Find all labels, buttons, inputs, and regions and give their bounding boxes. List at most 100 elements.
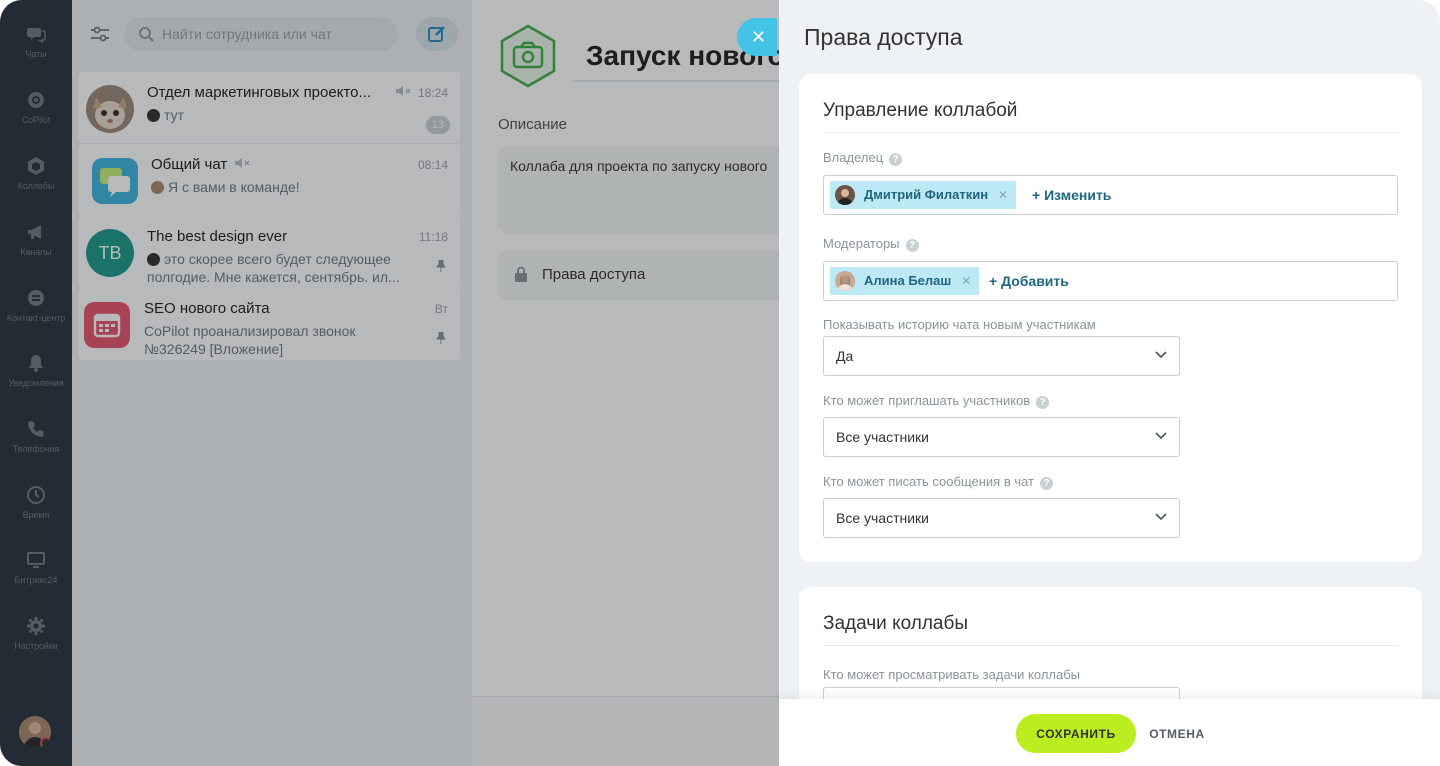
camera-icon bbox=[500, 24, 556, 88]
nav-label: Контакт-центр bbox=[6, 313, 66, 323]
chat-avatar bbox=[84, 302, 130, 348]
nav-label: CoPilot bbox=[21, 115, 51, 125]
collab-footer bbox=[472, 696, 780, 766]
chat-last-message: CoPilot проанализировал звонок №326249 [… bbox=[144, 323, 356, 357]
muted-icon bbox=[235, 158, 250, 168]
new-chat-button[interactable] bbox=[416, 17, 458, 51]
nav-item-collabs[interactable]: Коллабы bbox=[0, 156, 72, 216]
collab-management-card: Управление коллабой Владелец? Дмитрий Фи… bbox=[799, 74, 1422, 562]
chat-last-message: Я с вами в команде! bbox=[151, 178, 423, 196]
nav-item-channels[interactable]: Каналы bbox=[0, 222, 72, 282]
chat-item-marketing[interactable]: Отдел маркетинговых проекто... 18:24 тут… bbox=[78, 72, 460, 144]
nav-label: Телефония bbox=[12, 444, 60, 454]
chat-avatar bbox=[86, 85, 134, 133]
chat-time: 08:14 bbox=[417, 158, 448, 172]
nav-item-contact-center[interactable]: Контакт-центр bbox=[0, 288, 72, 348]
chat-last-message: это скорее всего будет следующее полгоди… bbox=[147, 251, 400, 285]
owner-avatar bbox=[835, 185, 855, 205]
owner-tag[interactable]: Дмитрий Филаткин ✕ bbox=[830, 181, 1017, 209]
chat-last-message: тут bbox=[147, 106, 419, 124]
sender-avatar bbox=[147, 109, 160, 122]
card-title: Управление коллабой bbox=[823, 100, 1018, 121]
help-icon[interactable]: ? bbox=[1040, 477, 1054, 490]
chevron-down-icon bbox=[1155, 513, 1167, 521]
app-window: Чаты CoPilot Коллабы Каналы Контакт-цент… bbox=[0, 0, 1440, 766]
nav-label: Уведомления bbox=[8, 378, 64, 388]
chat-item-seo[interactable]: SEO нового сайта Вт CoPilot проанализиро… bbox=[78, 288, 460, 360]
nav-label: Коллабы bbox=[17, 181, 55, 191]
sender-avatar bbox=[151, 181, 164, 194]
status-badge bbox=[40, 737, 51, 748]
remove-tag-icon[interactable]: ✕ bbox=[998, 181, 1008, 209]
remove-tag-icon[interactable]: ✕ bbox=[961, 267, 971, 295]
close-icon: ✕ bbox=[751, 27, 767, 47]
filter-icon[interactable] bbox=[88, 22, 112, 46]
user-avatar[interactable] bbox=[19, 716, 51, 748]
owner-field[interactable]: Дмитрий Филаткин ✕ + Изменить bbox=[823, 175, 1398, 215]
chat-item-best-design[interactable]: TB The best design ever 11:18 это скорее… bbox=[78, 216, 460, 288]
access-rights-label: Права доступа bbox=[542, 266, 646, 283]
owner-label: Владелец? bbox=[823, 150, 903, 166]
write-select[interactable]: Все участники bbox=[823, 498, 1180, 538]
save-button[interactable]: СОХРАНИТЬ bbox=[1016, 714, 1136, 753]
pin-icon bbox=[436, 332, 446, 344]
nav-item-copilot[interactable]: CoPilot bbox=[0, 90, 72, 150]
compose-icon bbox=[428, 26, 445, 42]
card-title: Задачи коллабы bbox=[823, 613, 969, 634]
chat-title: SEO нового сайта bbox=[144, 300, 270, 317]
nav-item-settings[interactable]: Настройки bbox=[0, 616, 72, 676]
chat-toolbar bbox=[72, 0, 472, 68]
chat-item-general[interactable]: Общий чат 08:14 Я с вами в команде! bbox=[78, 144, 460, 216]
search-icon bbox=[139, 27, 154, 42]
slider-title: Права доступа bbox=[804, 24, 963, 50]
add-moderator-link[interactable]: + Добавить bbox=[989, 262, 1069, 300]
chat-title: Отдел маркетинговых проекто... bbox=[147, 84, 371, 101]
nav-item-chats[interactable]: Чаты bbox=[0, 24, 72, 84]
chat-list-panel: Отдел маркетинговых проекто... 18:24 тут… bbox=[72, 0, 472, 766]
contact-center-icon bbox=[28, 290, 44, 306]
change-owner-link[interactable]: + Изменить bbox=[1032, 176, 1111, 214]
chat-avatar: TB bbox=[86, 229, 134, 277]
nav-item-bitrix24[interactable]: Битрикс24 bbox=[0, 550, 72, 610]
chat-time: Вт bbox=[434, 302, 448, 316]
left-navigation: Чаты CoPilot Коллабы Каналы Контакт-цент… bbox=[0, 0, 72, 766]
lock-icon bbox=[515, 266, 527, 282]
access-rights-row[interactable]: Права доступа bbox=[498, 250, 798, 300]
nav-item-notifications[interactable]: Уведомления bbox=[0, 353, 72, 413]
nav-item-time[interactable]: Время bbox=[0, 485, 72, 545]
avatar-initials: TB bbox=[98, 243, 122, 263]
divider bbox=[823, 132, 1398, 133]
chat-title: The best design ever bbox=[147, 228, 288, 245]
divider bbox=[823, 645, 1398, 646]
history-select[interactable]: Да bbox=[823, 336, 1180, 376]
moderator-tag[interactable]: Алина Белаш ✕ bbox=[830, 267, 980, 295]
nav-label: Чаты bbox=[25, 49, 47, 59]
description-label: Описание bbox=[498, 116, 568, 133]
chevron-down-icon bbox=[1155, 351, 1167, 359]
cancel-button[interactable]: ОТМЕНА bbox=[1145, 714, 1209, 753]
help-icon[interactable]: ? bbox=[889, 153, 903, 166]
invite-value: Все участники bbox=[836, 429, 930, 445]
history-label: Показывать историю чата новым участникам bbox=[823, 317, 1096, 332]
chevron-down-icon bbox=[1155, 432, 1167, 440]
pin-icon bbox=[436, 260, 446, 272]
owner-name: Дмитрий Филаткин bbox=[864, 187, 989, 202]
help-icon[interactable]: ? bbox=[1036, 396, 1050, 409]
close-slider-button[interactable]: ✕ bbox=[737, 18, 777, 56]
invite-select[interactable]: Все участники bbox=[823, 417, 1180, 457]
muted-icon bbox=[396, 86, 411, 96]
search-input[interactable] bbox=[162, 17, 392, 51]
view-tasks-label: Кто может просматривать задачи коллабы bbox=[823, 667, 1081, 682]
copilot-icon bbox=[28, 92, 44, 108]
nav-label: Битрикс24 bbox=[14, 575, 58, 585]
chat-time: 18:24 bbox=[417, 86, 448, 100]
chat-avatar bbox=[92, 158, 138, 204]
description-field[interactable]: Коллаба для проекта по запуску нового bbox=[498, 146, 798, 234]
monitor-icon bbox=[27, 552, 45, 568]
moderators-field[interactable]: Алина Белаш ✕ + Добавить bbox=[823, 261, 1398, 301]
search-box[interactable] bbox=[124, 17, 398, 51]
chats-icon bbox=[27, 28, 46, 44]
nav-item-telephony[interactable]: Телефония bbox=[0, 419, 72, 479]
write-value: Все участники bbox=[836, 510, 930, 526]
help-icon[interactable]: ? bbox=[905, 239, 919, 252]
